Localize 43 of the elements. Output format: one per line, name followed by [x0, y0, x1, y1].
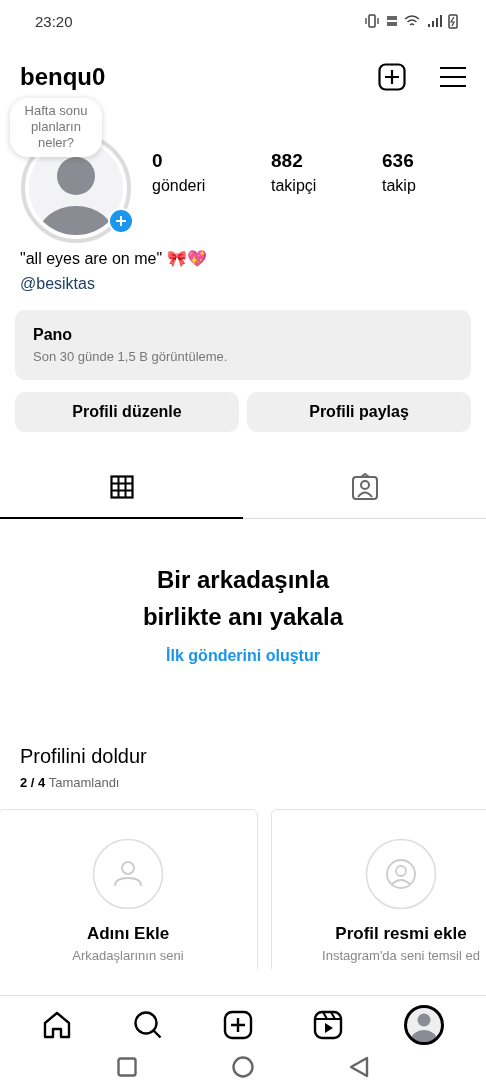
profile-circle-icon [365, 838, 437, 910]
stat-count: 882 [271, 150, 304, 172]
progress-text: 2 / 4 Tamamlandı [20, 775, 121, 790]
menu-icon[interactable] [440, 66, 466, 88]
profile-button[interactable]: Profili paylaş [247, 392, 471, 432]
dashboard-card[interactable]: Pano Son 30 günde 1,5 B görüntüleme. [15, 310, 471, 380]
card-text: Instagram'da seni temsil ed [322, 948, 480, 963]
profile-button[interactable]: Profili düzenle [15, 392, 239, 432]
stat-count: 636 [382, 150, 415, 172]
create-icon[interactable] [222, 1010, 253, 1040]
tagged-person-icon [350, 473, 379, 501]
vibrate-icon [364, 14, 380, 28]
add-story-icon[interactable] [108, 208, 134, 234]
status-time: 23:20 [35, 12, 73, 30]
section-title: Profilini doldur [20, 745, 148, 768]
card-title: Adını Ekle [86, 924, 170, 944]
profile-avatar-icon[interactable] [403, 1005, 444, 1045]
home-circle-icon[interactable] [232, 1056, 254, 1079]
home-icon[interactable] [42, 1010, 73, 1040]
reels-icon[interactable] [313, 1010, 344, 1040]
note-bubble[interactable]: Hafta sonu planların neler? [10, 98, 102, 157]
recents-icon[interactable] [117, 1057, 138, 1078]
stat-label: gönderi [152, 177, 207, 195]
bio-link[interactable]: @besiktas [20, 271, 95, 296]
stat-label: takip [382, 177, 416, 195]
back-icon[interactable] [348, 1056, 369, 1079]
username-title: benqu0 [20, 63, 107, 91]
wifi-icon [404, 14, 420, 28]
create-post-icon[interactable] [378, 63, 406, 91]
person-icon [92, 838, 164, 910]
battery-icon [448, 13, 458, 29]
bio-text: "all eyes are on me" 🎀💖 [20, 249, 208, 269]
empty-title: Bir arkadaşınla birlikte anı yakala [141, 565, 345, 632]
lte-icon [386, 14, 398, 28]
card-title: Profil resmi ekle [335, 924, 467, 944]
signal-icon [426, 14, 442, 28]
dashboard-title: Pano [33, 326, 74, 344]
card-text: Arkadaşlarının seni [72, 948, 184, 963]
search-icon[interactable] [132, 1010, 163, 1040]
stat-label: takipçi [271, 177, 318, 195]
stat-count: 0 [152, 150, 164, 172]
dashboard-subtitle: Son 30 günde 1,5 B görüntüleme. [33, 349, 229, 364]
grid-icon [109, 475, 134, 499]
